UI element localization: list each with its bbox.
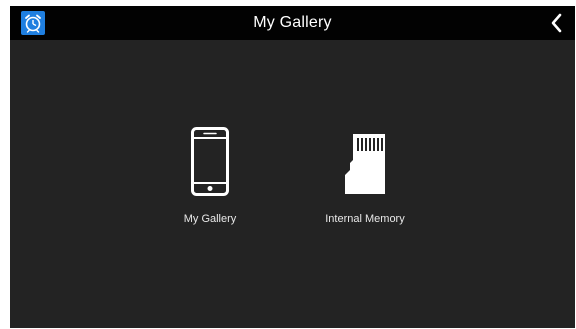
internal-memory-tile[interactable]: Internal Memory bbox=[310, 124, 420, 234]
sd-card-icon bbox=[345, 134, 385, 194]
internal-memory-label: Internal Memory bbox=[325, 213, 405, 225]
back-button[interactable] bbox=[547, 10, 567, 36]
chevron-left-icon bbox=[551, 13, 562, 33]
my-gallery-tile[interactable]: My Gallery bbox=[170, 124, 250, 234]
page-title: My Gallery bbox=[253, 14, 332, 31]
app-screen: My Gallery My Gallery Internal Memory bbox=[10, 6, 575, 328]
my-gallery-label: My Gallery bbox=[183, 213, 237, 225]
smartphone-icon bbox=[191, 127, 229, 196]
title-bar: My Gallery bbox=[10, 6, 575, 40]
